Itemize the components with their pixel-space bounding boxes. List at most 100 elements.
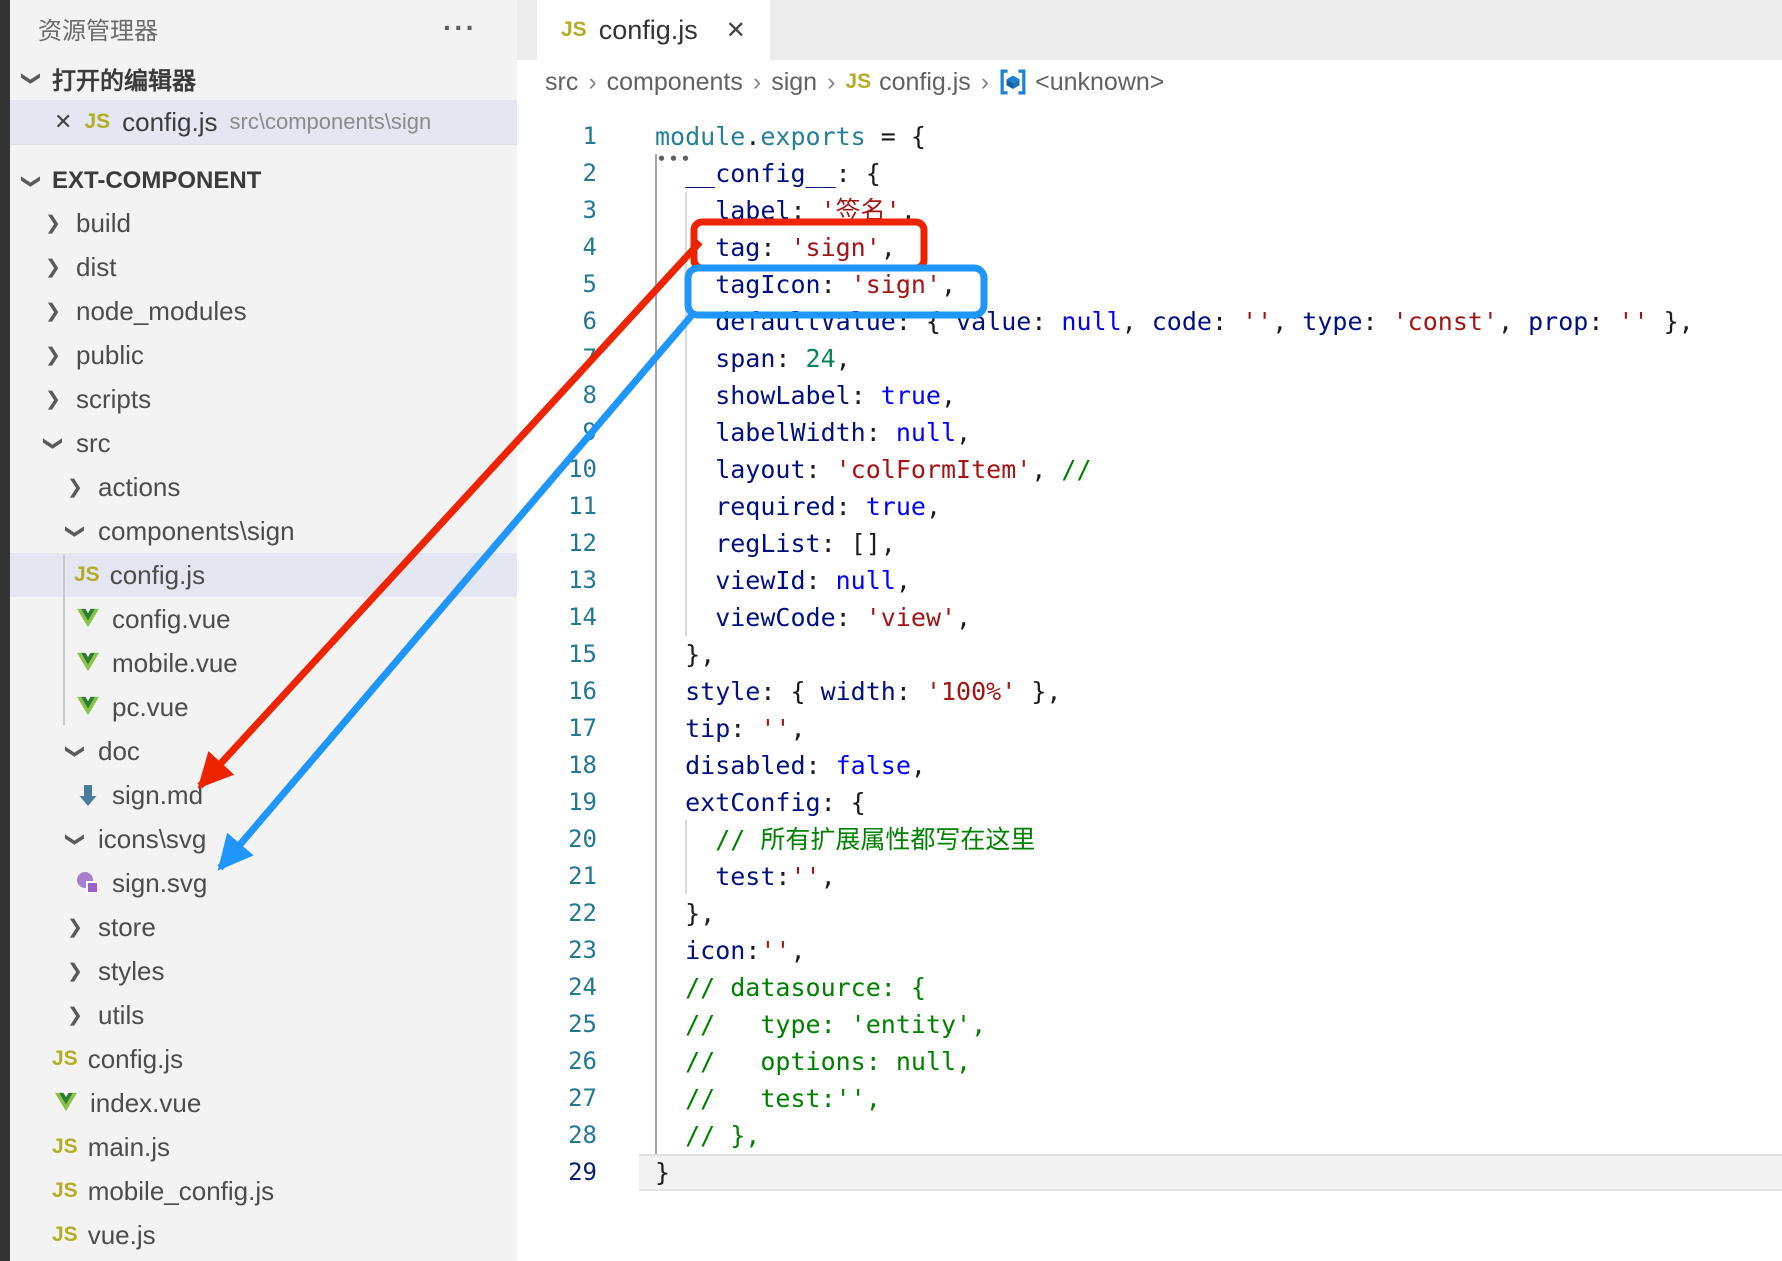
breadcrumb-item-src[interactable]: src (545, 68, 578, 97)
tree-item-mobile-vue[interactable]: mobile.vue (10, 641, 517, 685)
code-line-content[interactable]: }, (639, 895, 1782, 932)
code-line-content[interactable]: // test:'', (639, 1080, 1782, 1117)
tree-item-index-vue[interactable]: index.vue (10, 1081, 517, 1125)
tree-item-doc[interactable]: ❯doc (10, 729, 517, 773)
open-editor-file-name: config.js (122, 107, 217, 138)
tree-item-vue-js[interactable]: JSvue.js (10, 1213, 517, 1257)
breadcrumb-item--unknown-[interactable]: <unknown> (999, 68, 1164, 97)
code-line-18[interactable]: 18 disabled: false, (517, 747, 1782, 784)
code-line-content[interactable]: span: 24, (639, 340, 1782, 377)
chevron-right-icon: ❯ (62, 960, 88, 983)
code-line-19[interactable]: 19 extConfig: { (517, 784, 1782, 821)
code-line-4[interactable]: 4 tag: 'sign', (517, 229, 1782, 266)
code-line-content[interactable]: }, (639, 636, 1782, 673)
code-line-10[interactable]: 10 layout: 'colFormItem', // (517, 451, 1782, 488)
code-line-25[interactable]: 25 // type: 'entity', (517, 1006, 1782, 1043)
tree-item-components-sign[interactable]: ❯components\sign (10, 509, 517, 553)
tree-item-config-js[interactable]: JSconfig.js (10, 1037, 517, 1081)
vue-logo (76, 696, 100, 718)
code-line-16[interactable]: 16 style: { width: '100%' }, (517, 673, 1782, 710)
code-line-2[interactable]: 2 __config__: { (517, 155, 1782, 192)
code-line-content[interactable]: // }, (639, 1117, 1782, 1154)
code-line-content[interactable]: label: '签名', (639, 192, 1782, 229)
breadcrumb-item-config-js[interactable]: JSconfig.js (845, 68, 970, 97)
tree-item-sign-md[interactable]: sign.md (10, 773, 517, 817)
tree-item-public[interactable]: ❯public (10, 333, 517, 377)
tree-item-mobile-config-js[interactable]: JSmobile_config.js (10, 1169, 517, 1213)
tree-item-dist[interactable]: ❯dist (10, 245, 517, 289)
tree-item-config-js[interactable]: JSconfig.js (10, 553, 517, 597)
code-line-content[interactable]: required: true, (639, 488, 1782, 525)
code-line-content[interactable]: viewId: null, (639, 562, 1782, 599)
code-line-content[interactable]: defaultValue: { value: null, code: '', t… (639, 303, 1782, 340)
code-line-24[interactable]: 24 // datasource: { (517, 969, 1782, 1006)
tree-item-build[interactable]: ❯build (10, 201, 517, 245)
tree-item-label: styles (98, 956, 164, 987)
code-line-9[interactable]: 9 labelWidth: null, (517, 414, 1782, 451)
code-line-29[interactable]: 29} (517, 1154, 1782, 1191)
code-line-content[interactable]: module.exports = { (639, 118, 1782, 155)
code-line-22[interactable]: 22 }, (517, 895, 1782, 932)
code-line-content[interactable]: tagIcon: 'sign', (639, 266, 1782, 303)
code-line-content[interactable]: viewCode: 'view', (639, 599, 1782, 636)
code-line-content[interactable]: } (639, 1154, 1782, 1191)
code-line-content[interactable]: disabled: false, (639, 747, 1782, 784)
code-line-6[interactable]: 6 defaultValue: { value: null, code: '',… (517, 303, 1782, 340)
tree-item-config-vue[interactable]: config.vue (10, 597, 517, 641)
code-line-5[interactable]: 5 tagIcon: 'sign', (517, 266, 1782, 303)
tree-item-store[interactable]: ❯store (10, 905, 517, 949)
code-line-14[interactable]: 14 viewCode: 'view', (517, 599, 1782, 636)
code-line-content[interactable]: __config__: { (639, 155, 1782, 192)
code-line-8[interactable]: 8 showLabel: true, (517, 377, 1782, 414)
code-line-12[interactable]: 12 regList: [], (517, 525, 1782, 562)
code-line-11[interactable]: 11 required: true, (517, 488, 1782, 525)
code-line-13[interactable]: 13 viewId: null, (517, 562, 1782, 599)
code-line-content[interactable]: // type: 'entity', (639, 1006, 1782, 1043)
code-line-20[interactable]: 20 // 所有扩展属性都写在这里 (517, 821, 1782, 858)
project-section-header[interactable]: ❯ EXT-COMPONENT (10, 161, 517, 201)
close-icon[interactable]: ✕ (726, 16, 746, 45)
close-icon[interactable]: ✕ (54, 109, 72, 135)
open-editors-section-header[interactable]: ❯ 打开的编辑器 (10, 56, 517, 100)
code-line-content[interactable]: style: { width: '100%' }, (639, 673, 1782, 710)
tree-item-pc-vue[interactable]: pc.vue (10, 685, 517, 729)
code-line-7[interactable]: 7 span: 24, (517, 340, 1782, 377)
tab-config-js[interactable]: JS config.js ✕ (537, 0, 770, 60)
code-line-content[interactable]: tip: '', (639, 710, 1782, 747)
code-line-content[interactable]: tag: 'sign', (639, 229, 1782, 266)
tree-item-node-modules[interactable]: ❯node_modules (10, 289, 517, 333)
code-line-content[interactable]: // options: null, (639, 1043, 1782, 1080)
tree-item-main-js[interactable]: JSmain.js (10, 1125, 517, 1169)
code-line-content[interactable]: layout: 'colFormItem', // (639, 451, 1782, 488)
code-line-content[interactable]: extConfig: { (639, 784, 1782, 821)
tree-item-utils[interactable]: ❯utils (10, 993, 517, 1037)
code-line-content[interactable]: showLabel: true, (639, 377, 1782, 414)
code-line-content[interactable]: // datasource: { (639, 969, 1782, 1006)
code-line-26[interactable]: 26 // options: null, (517, 1043, 1782, 1080)
code-line-1[interactable]: 1module.exports = { (517, 118, 1782, 155)
tree-item-scripts[interactable]: ❯scripts (10, 377, 517, 421)
code-line-content[interactable]: labelWidth: null, (639, 414, 1782, 451)
tree-item-label: pc.vue (112, 692, 189, 723)
code-line-28[interactable]: 28 // }, (517, 1117, 1782, 1154)
breadcrumb-item-components[interactable]: components (607, 68, 743, 97)
tree-item-sign-svg[interactable]: sign.svg (10, 861, 517, 905)
open-editor-item-config-js[interactable]: ✕ JS config.js src\components\sign (10, 100, 517, 145)
vue-file-icon (74, 652, 102, 674)
tree-item-icons-svg[interactable]: ❯icons\svg (10, 817, 517, 861)
code-line-content[interactable]: // 所有扩展属性都写在这里 (639, 821, 1782, 858)
code-line-21[interactable]: 21 test:'', (517, 858, 1782, 895)
code-line-23[interactable]: 23 icon:'', (517, 932, 1782, 969)
tree-item-actions[interactable]: ❯actions (10, 465, 517, 509)
code-line-27[interactable]: 27 // test:'', (517, 1080, 1782, 1117)
code-line-content[interactable]: test:'', (639, 858, 1782, 895)
tree-item-styles[interactable]: ❯ styles (10, 949, 517, 993)
code-line-content[interactable]: icon:'', (639, 932, 1782, 969)
code-line-15[interactable]: 15 }, (517, 636, 1782, 673)
code-line-content[interactable]: regList: [], (639, 525, 1782, 562)
more-actions-icon[interactable]: ··· (443, 12, 477, 44)
tree-item-src[interactable]: ❯src (10, 421, 517, 465)
breadcrumb-item-sign[interactable]: sign (771, 68, 817, 97)
code-line-17[interactable]: 17 tip: '', (517, 710, 1782, 747)
code-line-3[interactable]: 3 label: '签名', (517, 192, 1782, 229)
